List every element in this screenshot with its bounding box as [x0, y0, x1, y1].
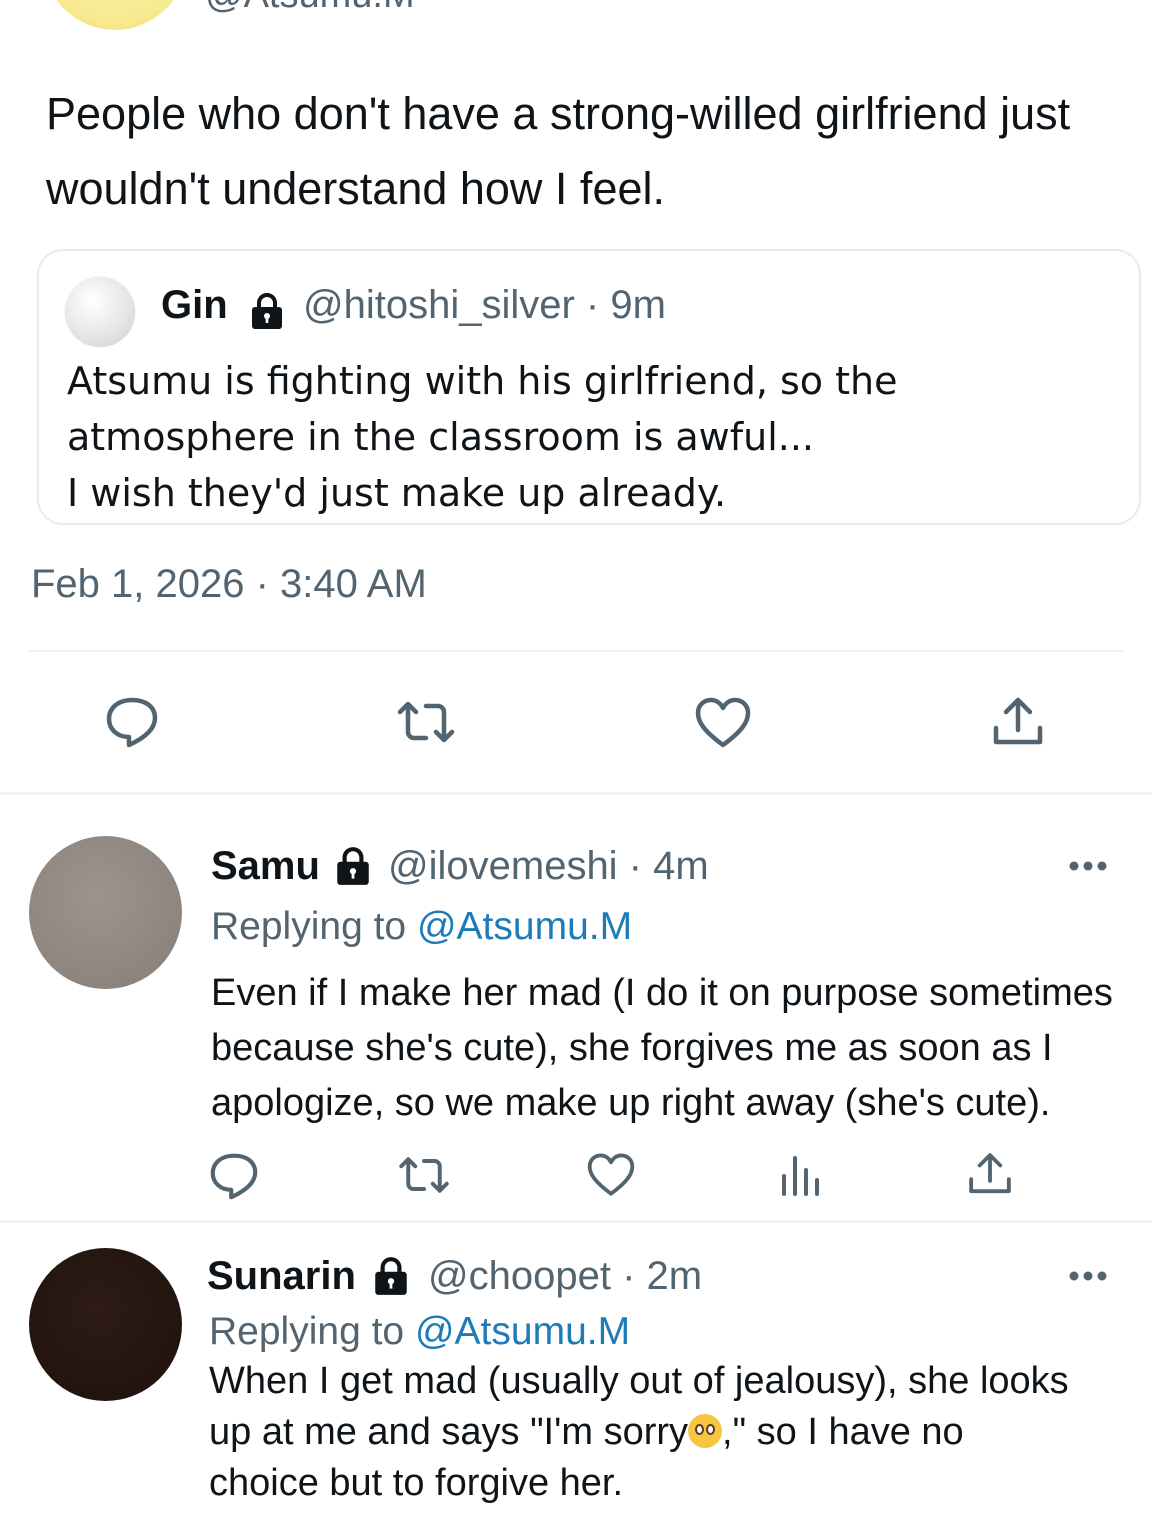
- mention-link[interactable]: @Atsumu.M: [415, 1310, 630, 1353]
- divider: [0, 1220, 1152, 1223]
- replying-to-label: Replying to: [211, 905, 417, 948]
- reply-icon[interactable]: [104, 696, 160, 748]
- replying-to: Replying to @Atsumu.M: [209, 1310, 630, 1354]
- like-icon[interactable]: [694, 696, 752, 750]
- share-icon[interactable]: [966, 1150, 1014, 1198]
- pleading-face-emoji: [688, 1414, 723, 1448]
- more-options-icon[interactable]: [1068, 1270, 1108, 1282]
- quoted-text-line: I wish they'd just make up already.: [67, 471, 727, 515]
- divider: [28, 650, 1124, 652]
- tweet-text: People who don't have a strong-willed gi…: [46, 88, 1071, 214]
- reply-text-line: When I get mad (usually out of jealousy)…: [209, 1360, 1069, 1402]
- reply-text-fragment: ," so I have no: [722, 1411, 964, 1453]
- reply-text-line: up at me and says "I'm sorry ," so I have…: [209, 1407, 1129, 1458]
- lock-icon: [332, 845, 374, 887]
- quoted-author-name: Gin: [161, 283, 228, 327]
- tweet-timestamp[interactable]: Feb 1, 2026 · 3:40 AM: [31, 562, 427, 607]
- reply-text-line: apologize, so we make up right away (she…: [211, 1082, 1051, 1124]
- reply-author-name[interactable]: Sunarin: [207, 1254, 356, 1299]
- quoted-author-avatar: [65, 277, 135, 347]
- divider: [0, 792, 1152, 795]
- author-avatar[interactable]: [40, 0, 190, 30]
- reply-author-handle[interactable]: @ilovemeshi · 4m: [388, 844, 709, 889]
- avatar[interactable]: [29, 1248, 182, 1401]
- quoted-tweet-text: Atsumu is fighting with his girlfriend, …: [67, 353, 1117, 521]
- reply-text-line: because she's cute), she forgives me as …: [211, 1027, 1053, 1069]
- reply-author-handle[interactable]: @choopet · 2m: [428, 1254, 702, 1299]
- reply-author-name[interactable]: Samu: [211, 844, 320, 889]
- avatar[interactable]: [29, 836, 182, 989]
- reply-icon[interactable]: [208, 1152, 260, 1200]
- share-icon[interactable]: [990, 694, 1046, 750]
- retweet-icon[interactable]: [394, 698, 458, 746]
- quoted-text-line: Atsumu is fighting with his girlfriend, …: [67, 359, 898, 403]
- views-icon[interactable]: [778, 1154, 822, 1196]
- reply-text-line: choice but to forgive her.: [209, 1462, 624, 1504]
- retweet-icon[interactable]: [396, 1154, 452, 1196]
- replying-to-label: Replying to: [209, 1310, 415, 1353]
- quoted-text-line: atmosphere in the classroom is awful...: [67, 415, 815, 459]
- reply-text: When I get mad (usually out of jealousy)…: [209, 1356, 1129, 1509]
- reply-text: Even if I make her mad (I do it on purpo…: [211, 966, 1131, 1131]
- more-options-icon[interactable]: [1068, 860, 1108, 872]
- author-handle[interactable]: @Atsumu.M: [205, 0, 415, 17]
- reply-text-fragment: up at me and says "I'm sorry: [209, 1411, 689, 1453]
- reply-text-line: Even if I make her mad (I do it on purpo…: [211, 972, 1113, 1014]
- quoted-author-handle: @hitoshi_silver · 9m: [303, 283, 666, 327]
- replying-to: Replying to @Atsumu.M: [211, 905, 632, 949]
- quoted-tweet-card[interactable]: Gin @hitoshi_silver · 9m Atsumu is fight…: [37, 249, 1141, 525]
- like-icon[interactable]: [586, 1152, 636, 1198]
- lock-icon: [370, 1255, 412, 1297]
- lock-icon: [247, 291, 287, 331]
- mention-link[interactable]: @Atsumu.M: [417, 905, 632, 948]
